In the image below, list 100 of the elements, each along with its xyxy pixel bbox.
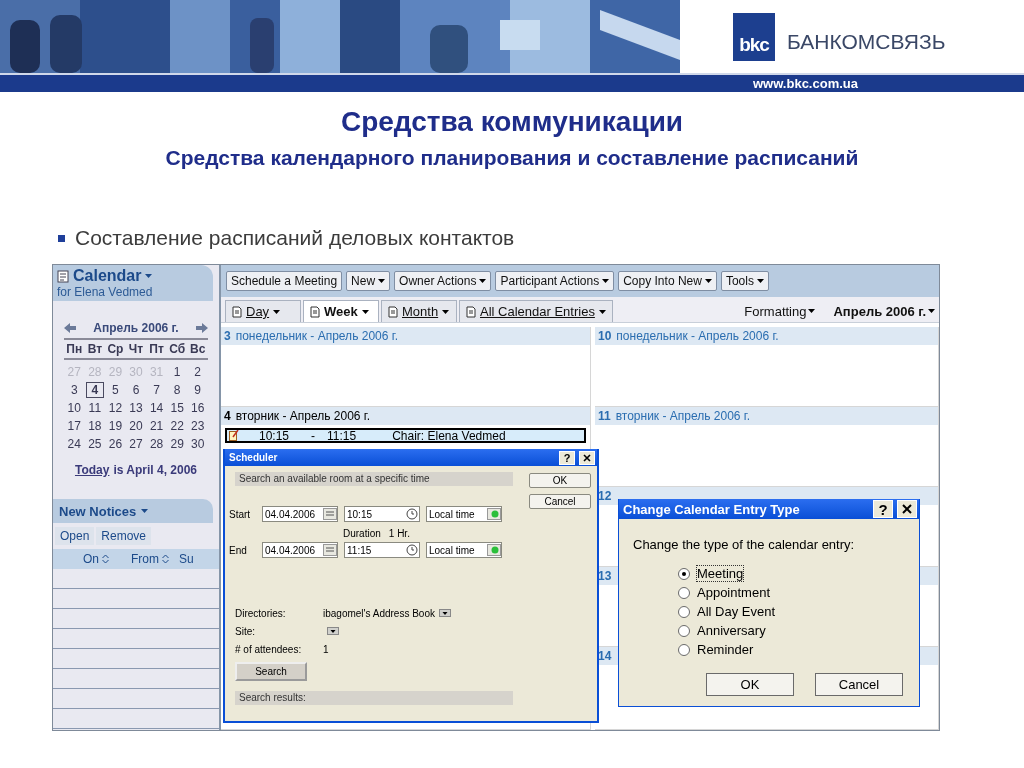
- dialog-title: Scheduler: [229, 452, 279, 463]
- calendar-day[interactable]: 16: [188, 400, 207, 416]
- event-bar[interactable]: 10:15 - 11:15 Chair: Elena Vedmed: [225, 428, 586, 443]
- calendar-day[interactable]: 2: [188, 364, 207, 380]
- dropdown-icon[interactable]: [327, 627, 339, 635]
- calendar-day[interactable]: 25: [85, 436, 105, 452]
- calendar-day[interactable]: 13: [126, 400, 146, 416]
- calendar-day[interactable]: 30: [188, 436, 207, 452]
- slide-title: Средства коммуникации: [340, 105, 684, 139]
- dialog-button[interactable]: Cancel: [815, 673, 903, 696]
- calendar-day[interactable]: 6: [126, 382, 146, 398]
- calendar-day[interactable]: 29: [167, 436, 187, 452]
- radio-button[interactable]: [678, 643, 690, 656]
- calendar-day[interactable]: 3: [65, 382, 84, 398]
- caret-icon: [141, 509, 149, 513]
- time-field[interactable]: 10:15: [344, 506, 420, 522]
- calendar-day[interactable]: 1: [167, 364, 187, 380]
- calendar-day[interactable]: 19: [106, 418, 125, 434]
- toolbar-button[interactable]: Schedule a Meeting: [226, 271, 343, 291]
- calendar-day[interactable]: 14: [147, 400, 166, 416]
- column-label[interactable]: From: [131, 552, 159, 566]
- calendar-day[interactable]: 15: [167, 400, 187, 416]
- radio-label[interactable]: Meeting: [697, 566, 744, 581]
- date-field[interactable]: 04.04.2006: [262, 542, 338, 558]
- toolbar-button[interactable]: Participant Actions: [495, 271, 615, 291]
- next-arrow-icon[interactable]: [196, 323, 208, 333]
- weekday-label: Пт: [148, 341, 165, 358]
- day-number[interactable]: 13: [598, 569, 612, 583]
- calendar-day[interactable]: 28: [147, 436, 166, 452]
- day-number[interactable]: 4: [224, 409, 231, 423]
- dialog-button[interactable]: Cancel: [529, 494, 591, 509]
- toolbar-button[interactable]: New: [346, 271, 391, 291]
- toolbar-button[interactable]: Owner Actions: [394, 271, 492, 291]
- day-label: вторник - Апрель 2006 г.: [235, 409, 371, 423]
- calendar-day[interactable]: 27: [126, 436, 146, 452]
- radio-button[interactable]: [678, 586, 690, 599]
- calendar-day[interactable]: 7: [147, 382, 166, 398]
- previous-arrow-icon[interactable]: [64, 323, 76, 333]
- view-tab[interactable]: All Calendar Entries: [459, 300, 613, 322]
- radio-button[interactable]: [678, 624, 690, 637]
- note-icon: [229, 430, 239, 441]
- column-label[interactable]: Su: [179, 552, 194, 566]
- calendar-day[interactable]: 20: [126, 418, 146, 434]
- timezone-field[interactable]: Local time: [426, 542, 502, 558]
- close-button[interactable]: [579, 450, 595, 465]
- calendar-day[interactable]: 22: [167, 418, 187, 434]
- field-value[interactable]: 1: [323, 643, 329, 655]
- calendar-day[interactable]: 11: [85, 400, 105, 416]
- formatting-menu[interactable]: Formatting: [744, 303, 816, 319]
- view-tab[interactable]: Month: [381, 300, 457, 322]
- toolbar-button[interactable]: Tools: [720, 271, 769, 291]
- month-label: Апрель 2006 г.: [93, 321, 179, 335]
- calendar-day[interactable]: 26: [106, 436, 125, 452]
- duration-value: 1 Hr.: [388, 528, 410, 539]
- timezone-field[interactable]: Local time: [426, 506, 502, 522]
- calendar-day[interactable]: 17: [65, 418, 84, 434]
- help-button[interactable]: ?: [559, 450, 575, 465]
- radio-button[interactable]: [678, 567, 690, 580]
- toolbar-button[interactable]: Copy Into New: [618, 271, 717, 291]
- field-value[interactable]: ibagomel's Address Book: [323, 607, 435, 619]
- date-field[interactable]: 04.04.2006: [262, 506, 338, 522]
- bullet-icon: [58, 234, 65, 242]
- day-number[interactable]: 11: [598, 409, 611, 423]
- calendar-day[interactable]: 8: [167, 382, 187, 398]
- day-number[interactable]: 14: [598, 649, 612, 663]
- period-menu[interactable]: Апрель 2006 г.: [833, 303, 935, 319]
- radio-label[interactable]: Reminder: [697, 642, 754, 657]
- calendar-day[interactable]: 5: [106, 382, 125, 398]
- help-button[interactable]: ?: [873, 500, 893, 518]
- time-field[interactable]: 11:15: [344, 542, 420, 558]
- calendar-day[interactable]: 23: [188, 418, 207, 434]
- calendar-day[interactable]: 24: [65, 436, 84, 452]
- dialog-button[interactable]: OK: [529, 473, 591, 488]
- radio-label[interactable]: All Day Event: [697, 604, 776, 619]
- calendar-day[interactable]: 12: [106, 400, 125, 416]
- day-label: вторник - Апрель 2006 г.: [615, 409, 751, 423]
- day-number[interactable]: 3: [224, 329, 231, 343]
- caret-icon: [808, 309, 816, 313]
- notice-action-button[interactable]: Open: [55, 527, 95, 545]
- radio-label[interactable]: Anniversary: [697, 623, 766, 638]
- dialog-button[interactable]: OK: [706, 673, 794, 696]
- radio-label[interactable]: Appointment: [697, 585, 770, 600]
- sort-icon: [102, 554, 109, 564]
- close-button[interactable]: [897, 500, 917, 518]
- day-number[interactable]: 12: [598, 489, 612, 503]
- dropdown-icon[interactable]: [439, 609, 451, 617]
- caret-icon: [928, 309, 935, 313]
- search-button[interactable]: Search: [235, 662, 307, 681]
- calendar-day[interactable]: 4: [85, 382, 105, 398]
- calendar-day[interactable]: 18: [85, 418, 105, 434]
- calendar-day[interactable]: 21: [147, 418, 166, 434]
- column-label[interactable]: On: [83, 552, 99, 566]
- calendar-day[interactable]: 9: [188, 382, 207, 398]
- day-number[interactable]: 10: [598, 329, 612, 343]
- view-tab[interactable]: Day: [225, 300, 301, 322]
- today-link[interactable]: Today: [74, 463, 110, 477]
- radio-button[interactable]: [678, 605, 690, 618]
- notice-action-button[interactable]: Remove: [96, 527, 152, 545]
- view-tab[interactable]: Week: [303, 300, 379, 322]
- calendar-day[interactable]: 10: [65, 400, 84, 416]
